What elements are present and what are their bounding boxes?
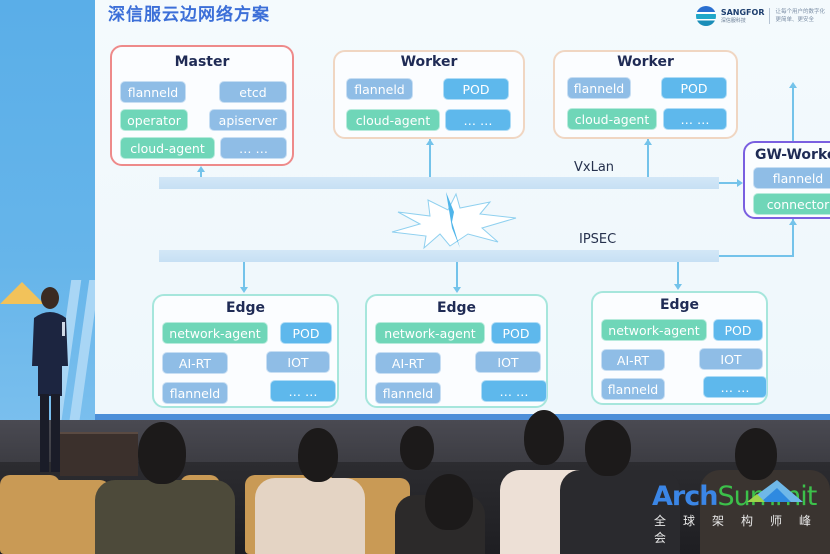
chip-more: … … [703,376,767,398]
chip-flanneld: flanneld [120,81,186,103]
chip-network-agent: network-agent [162,322,268,344]
audience-member [255,478,365,554]
node-title: Worker [617,54,674,70]
audience-head [400,426,434,470]
chip-flanneld: flanneld [375,382,441,404]
lightning-burst-icon [391,192,517,250]
connector-line [243,262,245,290]
chip-iot: IOT [699,348,763,370]
chip-pod: POD [661,77,727,99]
sangfor-logo-icon [695,6,716,26]
chip-cloud-agent: cloud-agent [346,109,440,131]
chip-ai-rt: AI-RT [375,352,441,374]
logo-text-arch: Arch [652,481,718,512]
arrow-down-icon [240,287,248,293]
chip-connector: connector [753,193,830,215]
arrow-up-icon [197,166,205,172]
chip-network-agent: network-agent [375,322,485,344]
audience-head [138,422,186,484]
chip-cloud-agent: cloud-agent [120,137,215,159]
connector-line [719,255,794,257]
edge-node: Edge network-agent POD AI-RT IOT flannel… [152,294,339,408]
worker-node: Worker flanneld POD cloud-agent … … [333,50,525,139]
gw-worker-node: GW-Worker flanneld connector [743,141,830,219]
chip-flanneld: flanneld [162,382,228,404]
brand-divider [769,8,771,24]
arrow-down-icon [674,284,682,290]
chip-more: … … [220,137,287,159]
master-node: Master flanneld etcd operator apiserver … [110,45,294,166]
logo-subtitle: 全球架构师峰会 [654,514,829,545]
arrow-right-icon [737,179,743,187]
brand-slogan-line1: 让每个用户的数字化 [775,9,825,15]
chip-flanneld: flanneld [601,378,665,400]
node-title: Edge [436,300,477,316]
arrow-up-icon [789,219,797,225]
worker-node: Worker flanneld POD cloud-agent … … [553,50,738,139]
connector-line [456,262,458,290]
arrow-down-icon [453,287,461,293]
edge-node: Edge network-agent POD AI-RT IOT flannel… [365,294,548,408]
chip-network-agent: network-agent [601,319,707,341]
stage-monitor [60,432,138,476]
node-title: GW-Worker [755,147,830,163]
audience-head [585,420,631,476]
chip-more: … … [663,108,727,130]
chip-ai-rt: AI-RT [162,352,228,374]
node-title: Worker [400,54,458,70]
connector-line [792,86,794,141]
chip-pod: POD [280,322,332,344]
chip-ai-rt: AI-RT [601,349,665,371]
chip-etcd: etcd [219,81,287,103]
node-title: Edge [225,300,266,316]
chip-flanneld: flanneld [346,78,413,100]
chip-operator: operator [120,109,188,131]
chip-pod: POD [491,322,541,344]
chip-pod: POD [713,319,763,341]
arrow-up-icon [644,139,652,145]
chip-iot: IOT [475,351,541,373]
chip-more: … … [270,380,336,402]
presentation-slide: 深信服云边网络方案 SANGFOR 深信服科技 让每个用户的数字化 更简单、更安… [95,0,830,420]
audience-head [524,410,564,465]
chip-iot: IOT [266,351,330,373]
chip-flanneld: flanneld [753,167,830,189]
arrow-up-icon [789,82,797,88]
vxlan-label: VxLan [574,160,615,175]
mountain-logo-icon [747,480,803,502]
chip-more: … … [445,109,511,131]
chip-cloud-agent: cloud-agent [567,108,657,130]
chip-flanneld: flanneld [567,77,631,99]
node-title: Edge [659,297,700,313]
chip-apiserver: apiserver [209,109,287,131]
brand-name-cn: 深信服科技 [720,18,746,24]
chip-more: … … [481,380,547,402]
audience-head [298,428,338,482]
brand-slogan-line2: 更简单、更安全 [775,17,814,23]
node-title: Master [174,54,230,70]
arrow-up-icon [426,139,434,145]
brand-name: SANGFOR [720,8,765,17]
chip-pod: POD [443,78,509,100]
audience-member [95,480,235,554]
slide-title: 深信服云边网络方案 [108,5,270,25]
sangfor-brand: SANGFOR 深信服科技 让每个用户的数字化 更简单、更安全 [695,6,825,26]
edge-node: Edge network-agent POD AI-RT IOT flannel… [591,291,768,405]
audience-head [735,428,777,480]
audience-head [425,474,473,530]
ipsec-label: IPSEC [579,232,617,247]
archsummit-logo: ArchSummit 全球架构师峰会 [652,480,830,546]
